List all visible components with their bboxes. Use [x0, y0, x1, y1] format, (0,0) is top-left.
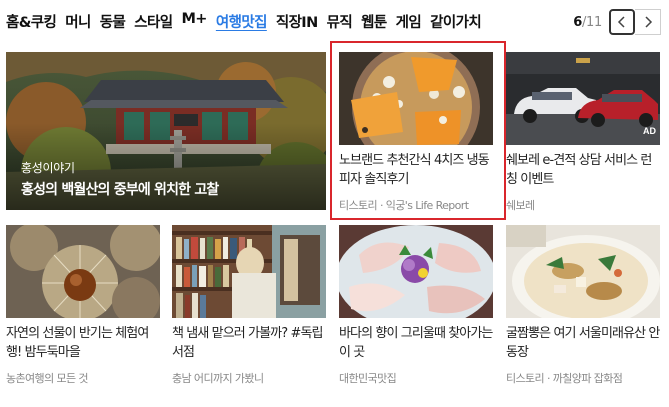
pager: 6/11	[573, 9, 661, 35]
tab-style[interactable]: 스타일	[134, 11, 173, 32]
card-source: 농촌여행의 모든 것	[6, 372, 89, 385]
article-card-pizza[interactable]: 노브랜드 추천간식 4치즈 냉동피자 솔직후기 티스토리 · 익궁's Life…	[330, 41, 506, 220]
chevron-left-icon	[617, 16, 625, 28]
article-card-chevrolet-ad[interactable]: AD 쉐보레 e-견적 상담 서비스 런칭 이벤트 쉐보레	[506, 52, 660, 213]
page-current: 6	[573, 14, 582, 30]
article-card-jjambbong[interactable]: 굴짬뽕은 여기 서울미래유산 안동장 티스토리 · 까칠양파 잡화점	[506, 225, 660, 386]
card-title: 책 냄새 맡으러 가볼까? #독립서점	[172, 326, 323, 360]
article-card-bookstore[interactable]: 책 냄새 맡으러 가볼까? #독립서점 충남 어디까지 가봤니	[172, 225, 326, 386]
page-counter: 6/11	[573, 15, 602, 30]
tab-game[interactable]: 게임	[396, 11, 422, 32]
tab-webtoon[interactable]: 웹툰	[361, 11, 387, 32]
card-title: 쉐보레 e-견적 상담 서비스 런칭 이벤트	[506, 153, 652, 187]
card-title: 노브랜드 추천간식 4치즈 냉동피자 솔직후기	[339, 153, 490, 187]
next-page-button[interactable]	[635, 9, 661, 35]
chestnut-image	[6, 225, 160, 318]
card-title: 굴짬뽕은 여기 서울미래유산 안동장	[506, 326, 660, 360]
category-nav: 홈&쿠킹 머니 동물 스타일 M+ 여행맛집 직장IN 뮤직 웹툰 게임 같이가…	[0, 0, 669, 46]
sashimi-image	[339, 225, 493, 318]
car-image	[506, 52, 660, 145]
prev-page-button[interactable]	[609, 9, 635, 35]
hero-subtitle: 홍성이야기	[21, 161, 75, 175]
pizza-image	[339, 52, 493, 145]
tab-travel-food[interactable]: 여행맛집	[216, 11, 268, 32]
tab-together[interactable]: 같이가치	[430, 11, 482, 32]
card-source: 티스토리 · 익궁's Life Report	[339, 199, 469, 212]
page-total: /11	[581, 14, 602, 30]
tab-home-cooking[interactable]: 홈&쿠킹	[6, 11, 57, 32]
tab-music[interactable]: 뮤직	[327, 11, 353, 32]
bookstore-image	[172, 225, 326, 318]
article-card-chestnut[interactable]: 자연의 선물이 반기는 체험여행! 밤두둑마을 농촌여행의 모든 것	[6, 225, 160, 386]
hero-title: 홍성의 백월산의 중부에 위치한 고찰	[21, 182, 219, 198]
nav-tabs: 홈&쿠킹 머니 동물 스타일 M+ 여행맛집 직장IN 뮤직 웹툰 게임 같이가…	[6, 11, 490, 32]
card-title: 바다의 향이 그리울때 찾아가는 이 곳	[339, 326, 493, 360]
ad-badge: AD	[643, 126, 656, 136]
tab-mplus[interactable]: M+	[181, 11, 207, 32]
card-source: 티스토리 · 까칠양파 잡화점	[506, 372, 623, 385]
tab-money[interactable]: 머니	[65, 11, 91, 32]
article-card-sashimi[interactable]: 바다의 향이 그리울때 찾아가는 이 곳 대한민국맛집	[339, 225, 493, 386]
card-source: 쉐보레	[506, 199, 535, 212]
hero-article[interactable]: 홍성이야기 홍성의 백월산의 중부에 위치한 고찰	[6, 52, 326, 210]
tab-job[interactable]: 직장IN	[276, 11, 318, 32]
chevron-right-icon	[644, 16, 652, 28]
soup-image	[506, 225, 660, 318]
card-source: 대한민국맛집	[339, 372, 397, 385]
tab-animals[interactable]: 동물	[100, 11, 126, 32]
card-source: 충남 어디까지 가봤니	[172, 372, 264, 385]
card-title: 자연의 선물이 반기는 체험여행! 밤두둑마을	[6, 326, 149, 360]
